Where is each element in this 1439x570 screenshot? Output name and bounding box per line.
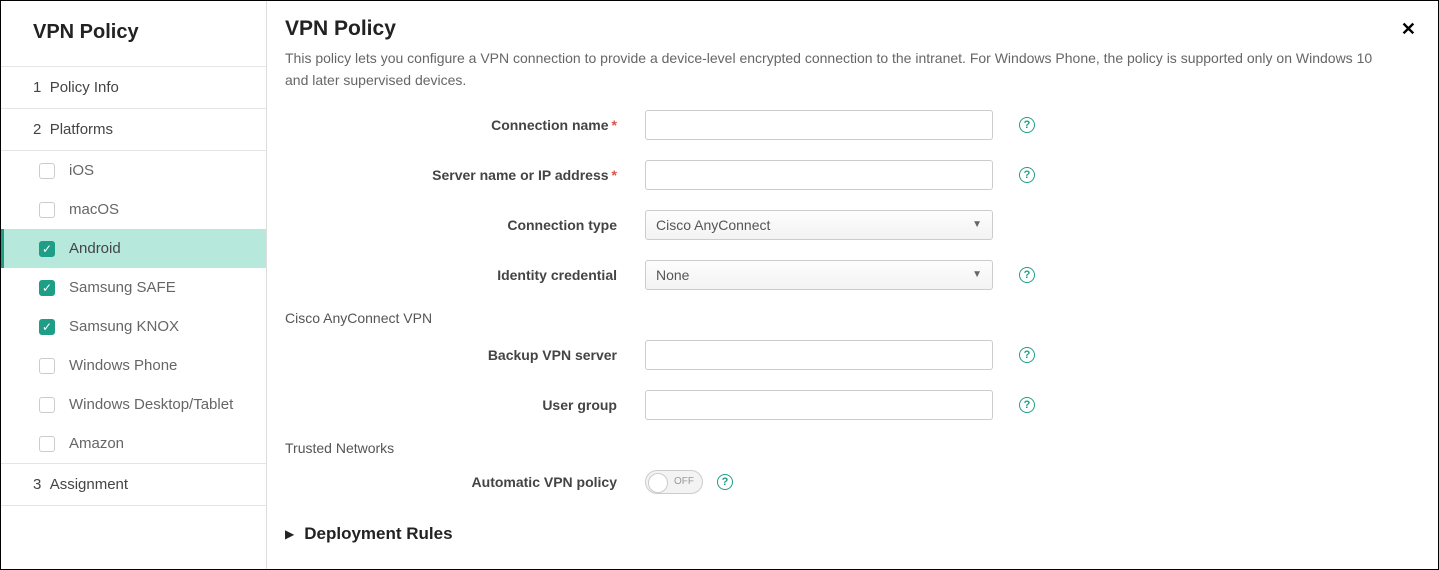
sidebar: VPN Policy 1 Policy Info 2 Platforms iOS… [1,1,267,569]
step-label: Policy Info [50,79,119,96]
auto-vpn-toggle[interactable]: OFF [645,470,703,494]
page-description: This policy lets you configure a VPN con… [285,47,1385,92]
step-num: 1 [33,79,41,96]
row-connection-name: Connection name* ? [285,110,1398,140]
help-icon[interactable]: ? [1019,167,1035,183]
help-icon[interactable]: ? [717,474,733,490]
checkbox-checked-icon[interactable] [39,241,55,257]
deployment-rules-header[interactable]: ▶ Deployment Rules [285,524,1398,544]
label-backup-vpn: Backup VPN server [285,347,645,363]
checkbox-checked-icon[interactable] [39,280,55,296]
step-num: 3 [33,476,41,493]
platform-item-samsung-knox[interactable]: Samsung KNOX [1,307,266,346]
row-identity-credential: Identity credential None ▼ ? [285,260,1398,290]
connection-name-input[interactable] [645,110,993,140]
section-trusted-networks: Trusted Networks [285,440,1398,456]
chevron-down-icon: ▼ [972,269,982,280]
platform-item-ios[interactable]: iOS [1,151,266,190]
checkbox-icon[interactable] [39,436,55,452]
section-cisco-anyconnect: Cisco AnyConnect VPN [285,310,1398,326]
checkbox-icon[interactable] [39,358,55,374]
label-auto-vpn: Automatic VPN policy [285,474,645,490]
platform-label: iOS [69,162,94,179]
label-text: Connection name [491,117,608,133]
platform-item-macos[interactable]: macOS [1,190,266,229]
row-server-name: Server name or IP address* ? [285,160,1398,190]
platform-item-android[interactable]: Android [1,229,266,268]
checkbox-checked-icon[interactable] [39,319,55,335]
step-label: Platforms [50,121,113,138]
user-group-input[interactable] [645,390,993,420]
step-label: Assignment [50,476,128,493]
main-panel: VPN Policy This policy lets you configur… [267,1,1438,569]
platform-item-windows-phone[interactable]: Windows Phone [1,346,266,385]
row-user-group: User group ? [285,390,1398,420]
close-icon[interactable]: ✕ [1401,19,1416,40]
sidebar-step-assignment[interactable]: 3 Assignment [1,463,266,506]
checkbox-icon[interactable] [39,397,55,413]
platform-label: Windows Desktop/Tablet [69,396,233,413]
step-num: 2 [33,121,41,138]
help-icon[interactable]: ? [1019,347,1035,363]
toggle-state: OFF [674,476,694,487]
server-name-input[interactable] [645,160,993,190]
platform-label: Samsung SAFE [69,279,176,296]
help-icon[interactable]: ? [1019,397,1035,413]
sidebar-step-policy-info[interactable]: 1 Policy Info [1,66,266,108]
platform-label: Amazon [69,435,124,452]
chevron-right-icon: ▶ [285,527,294,541]
help-icon[interactable]: ? [1019,267,1035,283]
select-value: Cisco AnyConnect [656,217,770,233]
row-connection-type: Connection type Cisco AnyConnect ▼ [285,210,1398,240]
label-user-group: User group [285,397,645,413]
identity-credential-select[interactable]: None ▼ [645,260,993,290]
checkbox-icon[interactable] [39,163,55,179]
platform-label: Android [69,240,121,257]
platform-item-windows-desktop[interactable]: Windows Desktop/Tablet [1,385,266,424]
sidebar-title: VPN Policy [1,1,266,66]
page-title: VPN Policy [285,17,1398,41]
platform-list: iOS macOS Android Samsung SAFE Samsung K… [1,150,266,463]
platform-item-samsung-safe[interactable]: Samsung SAFE [1,268,266,307]
label-connection-name: Connection name* [285,117,645,133]
chevron-down-icon: ▼ [972,219,982,230]
platform-label: Windows Phone [69,357,177,374]
help-icon[interactable]: ? [1019,117,1035,133]
platform-label: macOS [69,201,119,218]
label-text: Server name or IP address [432,167,608,183]
connection-type-select[interactable]: Cisco AnyConnect ▼ [645,210,993,240]
required-icon: * [612,117,617,133]
required-icon: * [612,167,617,183]
sidebar-step-platforms[interactable]: 2 Platforms [1,108,266,150]
backup-vpn-input[interactable] [645,340,993,370]
label-connection-type: Connection type [285,217,645,233]
select-value: None [656,267,689,283]
platform-label: Samsung KNOX [69,318,179,335]
checkbox-icon[interactable] [39,202,55,218]
label-identity-credential: Identity credential [285,267,645,283]
label-server-name: Server name or IP address* [285,167,645,183]
row-auto-vpn: Automatic VPN policy OFF ? [285,470,1398,494]
row-backup-vpn: Backup VPN server ? [285,340,1398,370]
deployment-rules-label: Deployment Rules [304,524,452,544]
platform-item-amazon[interactable]: Amazon [1,424,266,463]
